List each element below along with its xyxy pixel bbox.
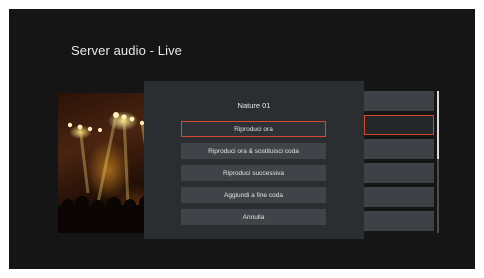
play-now-button[interactable]: Riproduci ora	[181, 121, 326, 137]
app-title: Server audio - Live	[71, 43, 183, 58]
cancel-button[interactable]: Annulla	[181, 209, 326, 225]
scrollbar-thumb[interactable]	[437, 91, 439, 159]
play-next-button[interactable]: Riproduci successiva	[181, 165, 326, 181]
tv-screen: Server audio - Live Nature 01 Riproduci …	[9, 9, 475, 269]
add-to-queue-end-button[interactable]: Aggiundi a fine coda	[181, 187, 326, 203]
grid-item[interactable]	[364, 211, 434, 231]
grid-item[interactable]	[364, 139, 434, 159]
dialog-title: Nature 01	[237, 101, 271, 110]
grid-item[interactable]	[364, 187, 434, 207]
scrollbar[interactable]	[437, 91, 439, 233]
context-menu-dialog: Nature 01 Riproduci ora Riproduci ora & …	[144, 81, 364, 239]
grid-item[interactable]	[364, 91, 434, 111]
play-now-replace-queue-button[interactable]: Riproduci ora & sostituisci coda	[181, 143, 326, 159]
grid-item-focused[interactable]	[364, 115, 434, 135]
grid-item[interactable]	[364, 163, 434, 183]
